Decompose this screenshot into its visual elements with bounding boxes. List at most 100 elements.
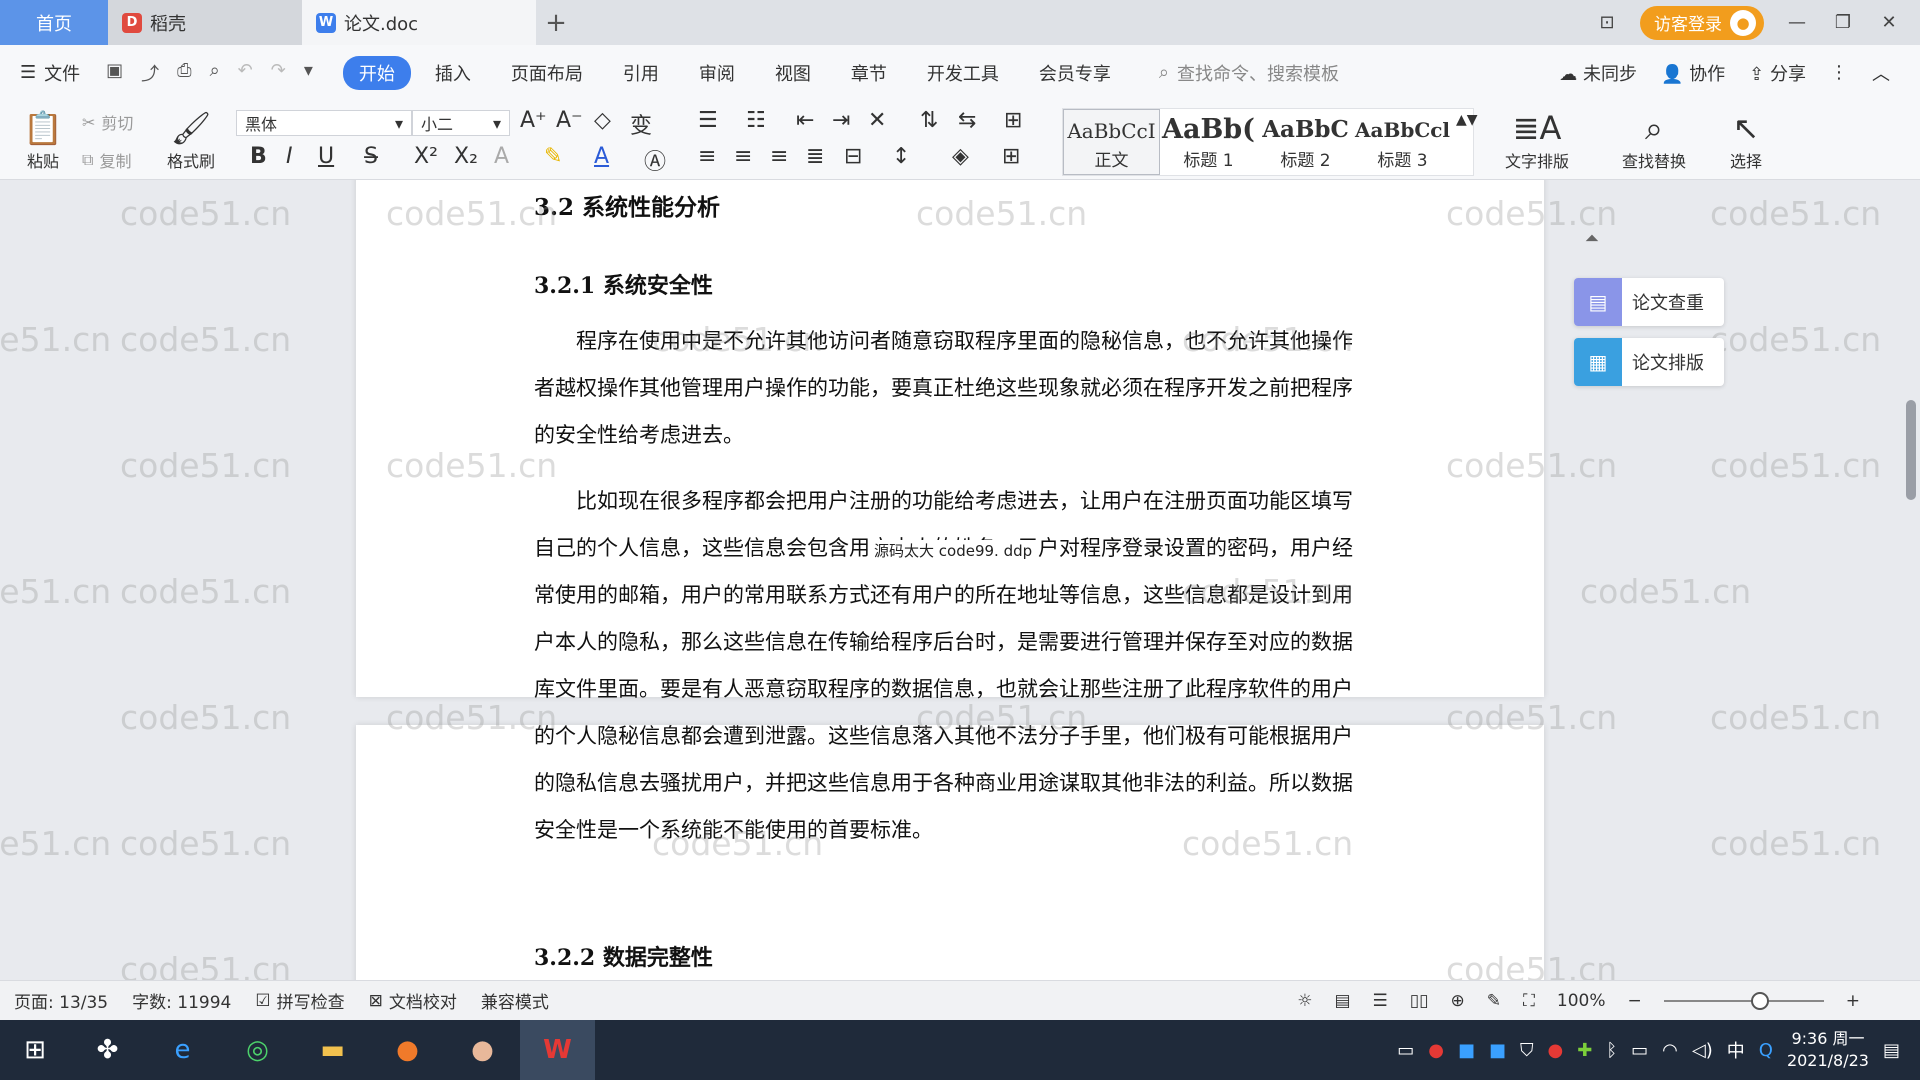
battery-icon[interactable]: ▭: [1631, 1040, 1648, 1061]
taskbar-app[interactable]: ◎: [220, 1020, 295, 1080]
close-icon[interactable]: ✕: [1876, 12, 1902, 33]
page-indicator[interactable]: 页面: 13/35: [14, 988, 108, 1013]
customize-dropdown-icon[interactable]: ▾: [304, 60, 313, 86]
font-name-select[interactable]: 黑体 ▾: [236, 110, 412, 136]
tray-app-icon[interactable]: ●: [1428, 1040, 1444, 1061]
zoom-in-icon[interactable]: +: [1846, 991, 1860, 1011]
text-layout-button[interactable]: ≣A 文字排版: [1494, 104, 1580, 176]
proofread-button[interactable]: ⊠ 文档校对: [369, 988, 457, 1014]
clear-format-icon[interactable]: ◇: [594, 108, 611, 133]
word-count[interactable]: 字数: 11994: [132, 988, 231, 1013]
paper-check-button[interactable]: ▤ 论文查重: [1574, 278, 1724, 326]
pinyin-icon[interactable]: 变: [630, 108, 652, 140]
volume-icon[interactable]: ◁): [1692, 1040, 1713, 1061]
export-icon[interactable]: ⤴: [141, 60, 159, 86]
tab-home-ribbon[interactable]: 开始: [342, 55, 411, 90]
zoom-slider[interactable]: [1663, 991, 1824, 1010]
justify-icon[interactable]: ≣: [806, 144, 824, 169]
save-icon[interactable]: ▣: [106, 60, 123, 86]
tab-chapter[interactable]: 章节: [835, 56, 903, 90]
taskbar-app-wps[interactable]: W: [520, 1020, 595, 1080]
gallery-scroll-icon[interactable]: ▲▼: [1456, 112, 1478, 128]
print-preview-icon[interactable]: ⌕: [210, 60, 220, 86]
shield-icon[interactable]: ⛉: [1520, 1040, 1534, 1061]
cut-button[interactable]: ✂ 剪切: [82, 108, 133, 136]
share-button[interactable]: ⇪ 分享: [1749, 60, 1806, 86]
reading-mode-icon[interactable]: ⊡: [1594, 12, 1620, 33]
line-spacing-icon[interactable]: ↕: [892, 144, 910, 169]
notification-icon[interactable]: ▤: [1883, 1040, 1900, 1061]
underline-icon[interactable]: U: [318, 144, 334, 169]
zoom-slider-thumb[interactable]: [1750, 991, 1769, 1010]
subscript-icon[interactable]: X₂: [454, 144, 478, 169]
spell-check-button[interactable]: ☑ 拼写检查: [255, 988, 344, 1014]
highlight-icon[interactable]: ✎: [544, 144, 562, 169]
paste-button[interactable]: 📋 粘贴: [16, 104, 70, 176]
collab-button[interactable]: 👤 协作: [1661, 60, 1725, 86]
print-icon[interactable]: ⎙: [177, 60, 191, 86]
style-heading1[interactable]: AaBb( 标题 1: [1160, 109, 1257, 175]
distribute-icon[interactable]: ⊟: [844, 144, 862, 169]
fit-page-icon[interactable]: ⛶: [1523, 991, 1535, 1011]
superscript-icon[interactable]: X²: [414, 144, 438, 169]
visitor-login-button[interactable]: 访客登录 ●: [1640, 5, 1764, 40]
text-effect-icon[interactable]: A: [494, 144, 509, 169]
find-replace-button[interactable]: ⌕ 查找替换: [1608, 104, 1700, 176]
taskbar-app[interactable]: ✤: [70, 1020, 145, 1080]
ime-indicator[interactable]: 中: [1727, 1037, 1745, 1063]
style-normal[interactable]: AaBbCcI 正文: [1063, 109, 1160, 175]
zoom-out-icon[interactable]: −: [1628, 991, 1642, 1011]
tab-developer[interactable]: 开发工具: [911, 56, 1015, 90]
taskbar-app[interactable]: ▬: [295, 1020, 370, 1080]
tab-page-layout[interactable]: 页面布局: [495, 56, 599, 90]
paper-layout-button[interactable]: ▦ 论文排版: [1574, 338, 1724, 386]
tab-document[interactable]: W 论文.doc: [302, 0, 536, 45]
document-workspace[interactable]: 3.2 系统性能分析 3.2.1 系统安全性 程序在使用中是不允许其他访问者随意…: [0, 180, 1920, 980]
style-heading2[interactable]: AaBbC 标题 2: [1257, 109, 1354, 175]
shrink-font-icon[interactable]: A⁻: [556, 108, 583, 133]
taskbar-app[interactable]: ●: [370, 1020, 445, 1080]
wifi-icon[interactable]: ◠: [1662, 1040, 1678, 1061]
select-button[interactable]: ↖ 选择: [1714, 104, 1778, 176]
tray-app-icon[interactable]: ✚: [1577, 1040, 1592, 1061]
font-color-icon[interactable]: A: [594, 144, 609, 169]
strikethrough-icon[interactable]: S̶: [364, 144, 378, 169]
file-menu[interactable]: ☰ 文件: [20, 60, 80, 86]
eye-protect-icon[interactable]: ☼: [1297, 991, 1312, 1011]
web-view-icon[interactable]: ⊕: [1450, 991, 1464, 1011]
tray-app-icon[interactable]: ■: [1458, 1040, 1475, 1061]
bold-icon[interactable]: B: [250, 144, 267, 169]
chinese-layout-icon[interactable]: ✕: [868, 108, 886, 133]
page-view-icon[interactable]: ▤: [1334, 991, 1350, 1011]
reading-view-icon[interactable]: ▯▯: [1410, 991, 1429, 1011]
more-icon[interactable]: ⋮: [1830, 62, 1848, 83]
tab-daoke[interactable]: D 稻壳: [108, 0, 302, 45]
outline-view-icon[interactable]: ☰: [1373, 991, 1388, 1011]
minimize-icon[interactable]: —: [1784, 12, 1810, 33]
tab-member[interactable]: 会员专享: [1023, 56, 1127, 90]
tab-view[interactable]: 视图: [759, 56, 827, 90]
collapse-panel-icon[interactable]: ⏶: [1578, 228, 1606, 256]
tray-app-icon[interactable]: ●: [1548, 1040, 1564, 1061]
table-ruler-icon[interactable]: ⊞: [1004, 108, 1022, 133]
new-tab-button[interactable]: +: [536, 0, 576, 45]
undo-icon[interactable]: ↶: [238, 60, 253, 86]
shading-icon[interactable]: ◈: [952, 144, 969, 169]
tray-app-icon[interactable]: ▭: [1397, 1040, 1414, 1061]
sort-icon[interactable]: ⇅: [920, 108, 938, 133]
format-painter-button[interactable]: 🖌 格式刷: [160, 104, 222, 176]
tab-review[interactable]: 审阅: [683, 56, 751, 90]
command-search[interactable]: ⌕ 查找命令、搜索模板: [1159, 60, 1339, 86]
copy-button[interactable]: ⧉ 复制: [82, 146, 131, 174]
tab-insert[interactable]: 插入: [419, 56, 487, 90]
align-center-icon[interactable]: ≡: [734, 144, 752, 169]
font-size-select[interactable]: 小二 ▾: [412, 110, 510, 136]
write-mode-icon[interactable]: ✎: [1487, 991, 1501, 1011]
tray-app-icon[interactable]: ■: [1489, 1040, 1506, 1061]
clock[interactable]: 9:36 周一 2021/8/23: [1787, 1028, 1869, 1072]
redo-icon[interactable]: ↷: [271, 60, 286, 86]
tab-home[interactable]: 首页: [0, 0, 108, 45]
taskbar-app[interactable]: ●: [445, 1020, 520, 1080]
numbered-list-icon[interactable]: ☷: [746, 108, 766, 133]
taskbar-app[interactable]: e: [145, 1020, 220, 1080]
